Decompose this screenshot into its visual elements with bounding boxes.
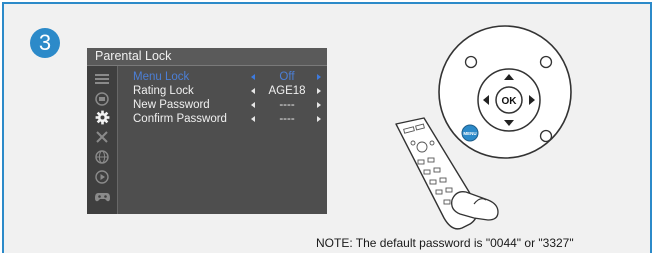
corner-button[interactable] <box>539 129 553 143</box>
menu-button-label: MENU <box>463 131 476 136</box>
ok-button-label: OK <box>502 96 518 107</box>
instruction-panel: 3 Parental Lock Menu Lock Off Rating Loc… <box>2 2 652 253</box>
corner-button[interactable] <box>464 55 478 69</box>
remote-closeup: OK <box>438 25 572 159</box>
default-password-note: NOTE: The default password is "0044" or … <box>316 236 574 250</box>
remote-illustration: OK MENU <box>395 25 572 230</box>
corner-button[interactable] <box>539 55 553 69</box>
